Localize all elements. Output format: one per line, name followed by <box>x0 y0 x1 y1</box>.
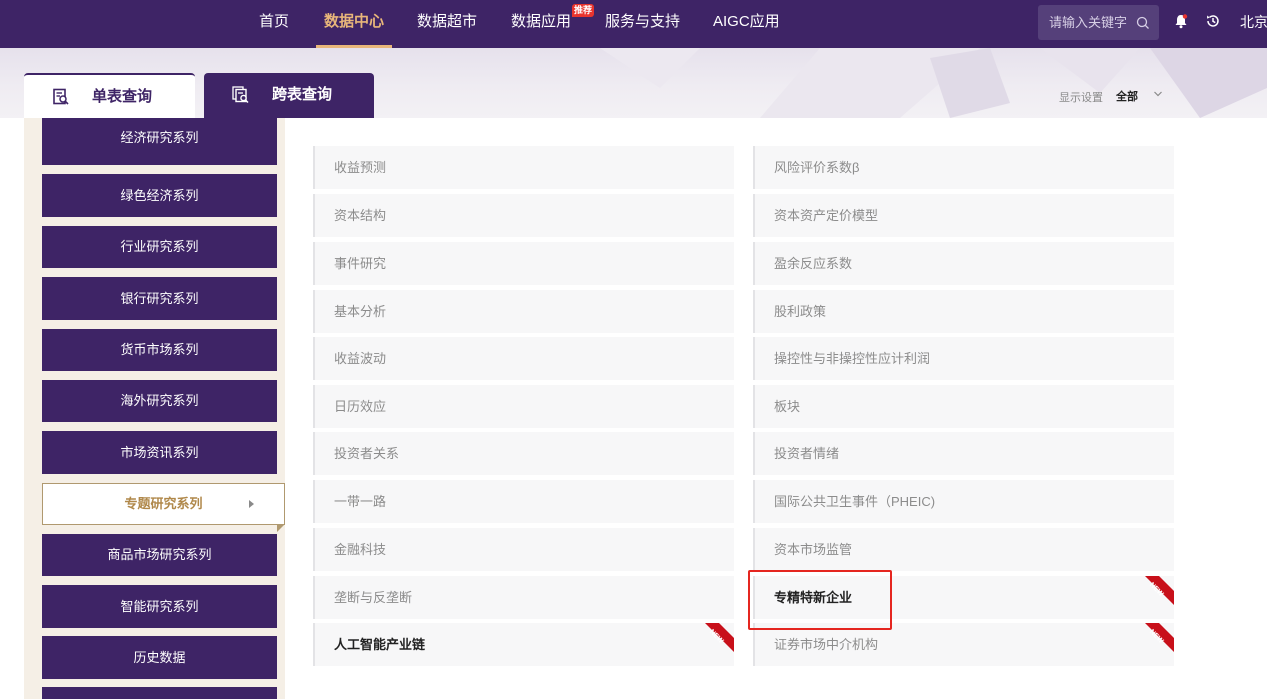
search-icon[interactable] <box>1136 16 1150 30</box>
grid-item-label: 投资者情绪 <box>774 446 840 461</box>
grid-item-label: 股利政策 <box>774 304 827 319</box>
active-item-fold <box>277 524 285 532</box>
grid-item-label: 投资者关系 <box>334 446 400 461</box>
tab-label: 单表查询 <box>92 88 153 105</box>
sidebar-item-partial[interactable] <box>42 687 277 699</box>
grid-item-accruals[interactable]: 操控性与非操控性应计利润 <box>753 337 1174 380</box>
recommend-badge: 推荐 <box>572 4 594 17</box>
sidebar-item-money-market[interactable]: 货币市场系列 <box>42 329 277 371</box>
tab-single-table-query[interactable]: 单表查询 <box>24 73 195 118</box>
display-settings-value[interactable]: 全部 <box>1116 88 1138 104</box>
highlight-annotation-box <box>748 570 892 630</box>
new-badge-icon: NEW <box>1145 576 1174 605</box>
search-placeholder: 请输入关键字 <box>1049 15 1128 30</box>
series-sidebar: 经济研究系列 绿色经济系列 行业研究系列 银行研究系列 货币市场系列 海外研究系… <box>24 118 285 699</box>
grid-item-event-study[interactable]: 事件研究 <box>313 242 734 285</box>
search-input[interactable]: 请输入关键字 <box>1038 5 1159 40</box>
nav-item-data-center[interactable]: 数据中心 <box>315 0 393 48</box>
caret-right-icon <box>249 500 254 508</box>
nav-item-home[interactable]: 首页 <box>259 0 289 48</box>
new-badge-icon: NEW <box>705 623 734 652</box>
multi-table-search-icon <box>232 86 249 104</box>
grid-item-label: 人工智能产业链 <box>334 637 426 652</box>
grid-item-label: 收益预测 <box>334 160 387 175</box>
grid-item-label: 一带一路 <box>334 494 387 509</box>
grid-item-label: 操控性与非操控性应计利润 <box>774 351 931 366</box>
grid-item-belt-and-road[interactable]: 一带一路 <box>313 480 734 523</box>
grid-item-ai-industry-chain[interactable]: 人工智能产业链 NEW <box>313 623 734 666</box>
grid-item-pheic[interactable]: 国际公共卫生事件（PHEIC) <box>753 480 1174 523</box>
grid-item-label: 板块 <box>774 399 801 414</box>
grid-item-earnings-forecast[interactable]: 收益预测 <box>313 146 734 189</box>
grid-item-fintech[interactable]: 金融科技 <box>313 528 734 571</box>
nav-item-data-market[interactable]: 数据超市 <box>417 0 477 48</box>
nav-item-service-support[interactable]: 服务与支持 <box>605 0 680 48</box>
grid-item-label: 盈余反应系数 <box>774 256 853 271</box>
grid-item-label: 国际公共卫生事件（PHEIC) <box>774 494 936 509</box>
sidebar-item-commodity-market[interactable]: 商品市场研究系列 <box>42 534 277 576</box>
grid-item-label: 资本资产定价模型 <box>774 208 879 223</box>
bell-icon[interactable] <box>1173 13 1189 29</box>
grid-item-label: 事件研究 <box>334 256 387 271</box>
sidebar-item-industry-research[interactable]: 行业研究系列 <box>42 226 277 268</box>
grid-item-risk-beta[interactable]: 风险评价系数β <box>753 146 1174 189</box>
grid-item-sector[interactable]: 板块 <box>753 385 1174 428</box>
grid-item-calendar-effect[interactable]: 日历效应 <box>313 385 734 428</box>
history-icon[interactable] <box>1205 13 1221 29</box>
grid-item-antitrust[interactable]: 垄断与反垄断 <box>313 576 734 619</box>
city-selector[interactable]: 北京 <box>1240 0 1267 44</box>
tab-cross-table-query[interactable]: 跨表查询 <box>204 73 374 118</box>
grid-item-label: 风险评价系数β <box>774 160 860 175</box>
grid-item-capital-structure[interactable]: 资本结构 <box>313 194 734 237</box>
grid-item-dividend-policy[interactable]: 股利政策 <box>753 290 1174 333</box>
sidebar-item-thematic-research[interactable]: 专题研究系列 <box>42 483 285 525</box>
grid-item-label: 基本分析 <box>334 304 387 319</box>
sidebar-item-label: 专题研究系列 <box>124 496 203 511</box>
sidebar-item-historical-data[interactable]: 历史数据 <box>42 636 277 679</box>
tab-label: 跨表查询 <box>272 86 333 103</box>
grid-item-capm[interactable]: 资本资产定价模型 <box>753 194 1174 237</box>
grid-item-capital-market-regulation[interactable]: 资本市场监管 <box>753 528 1174 571</box>
sidebar-item-economic-research[interactable]: 经济研究系列 <box>42 118 277 165</box>
grid-item-label: 日历效应 <box>334 399 387 414</box>
nav-item-data-apps[interactable]: 数据应用 <box>511 0 571 48</box>
nav-item-aigc[interactable]: AIGC应用 <box>713 0 780 48</box>
chevron-down-icon[interactable] <box>1153 90 1163 98</box>
sidebar-item-intelligent-research[interactable]: 智能研究系列 <box>42 585 277 628</box>
top-nav-bar: 首页 数据中心 数据超市 数据应用 推荐 服务与支持 AIGC应用 请输入关键字… <box>0 0 1267 48</box>
table-search-icon <box>53 88 69 105</box>
grid-item-label: 金融科技 <box>334 542 387 557</box>
sidebar-item-overseas-research[interactable]: 海外研究系列 <box>42 380 277 422</box>
sidebar-item-market-news[interactable]: 市场资讯系列 <box>42 431 277 474</box>
display-settings-label: 显示设置 <box>1059 92 1103 104</box>
grid-item-earnings-volatility[interactable]: 收益波动 <box>313 337 734 380</box>
grid-item-fundamental-analysis[interactable]: 基本分析 <box>313 290 734 333</box>
new-badge-icon: NEW <box>1145 623 1174 652</box>
grid-item-earnings-response[interactable]: 盈余反应系数 <box>753 242 1174 285</box>
header-band: 单表查询 跨表查询 显示设置 全部 <box>0 48 1267 118</box>
grid-item-investor-sentiment[interactable]: 投资者情绪 <box>753 432 1174 475</box>
grid-item-investor-relations[interactable]: 投资者关系 <box>313 432 734 475</box>
sidebar-item-green-economy[interactable]: 绿色经济系列 <box>42 174 277 217</box>
sidebar-item-bank-research[interactable]: 银行研究系列 <box>42 277 277 320</box>
grid-item-label: 收益波动 <box>334 351 387 366</box>
grid-item-label: 资本市场监管 <box>774 542 853 557</box>
grid-item-label: 垄断与反垄断 <box>334 590 413 605</box>
grid-item-label: 资本结构 <box>334 208 387 223</box>
